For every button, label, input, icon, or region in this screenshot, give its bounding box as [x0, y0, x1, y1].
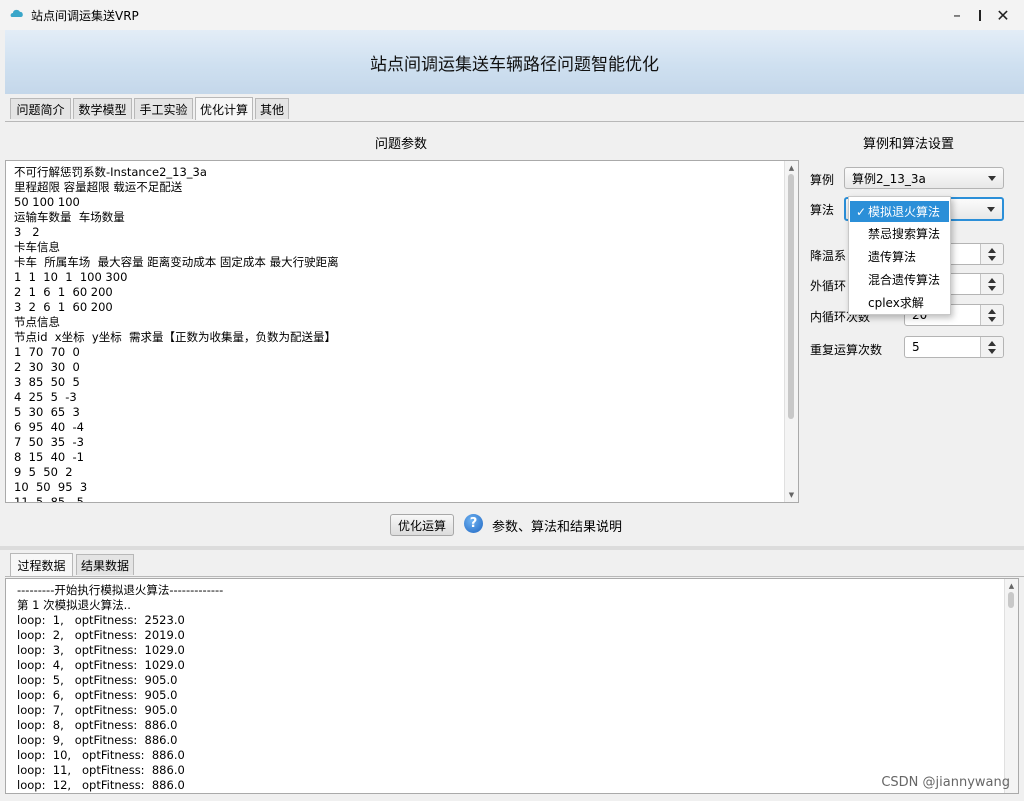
- close-icon: ✕: [996, 5, 1010, 25]
- tab-intro[interactable]: 问题简介: [10, 98, 71, 119]
- app-icon: [10, 9, 23, 17]
- chevron-down-icon[interactable]: [988, 317, 996, 322]
- tab-model[interactable]: 数学模型: [73, 98, 132, 119]
- app-banner: 站点间调运集送车辆路径问题智能优化: [5, 30, 1024, 94]
- chevron-up-icon[interactable]: [988, 278, 996, 283]
- chevron-down-icon[interactable]: [988, 256, 996, 261]
- stepper-buttons[interactable]: [980, 305, 1003, 325]
- stepper-buttons[interactable]: [980, 337, 1003, 357]
- tab-process-data[interactable]: 过程数据: [10, 553, 73, 576]
- chevron-up-icon[interactable]: [988, 309, 996, 314]
- params-text: 不可行解惩罚系数-Instance2_13_3a 里程超限 容量超限 载运不足配…: [14, 165, 339, 503]
- instance-value: 算例2_13_3a: [852, 171, 926, 186]
- close-button[interactable]: ✕: [980, 0, 1024, 30]
- params-title: 问题参数: [375, 137, 428, 152]
- cooling-label: 降温系: [810, 249, 847, 263]
- repeat-label: 重复运算次数: [810, 343, 883, 357]
- question-icon[interactable]: ?: [464, 514, 483, 533]
- log-text: ---------开始执行模拟退火算法------------- 第 1 次模拟…: [17, 583, 224, 792]
- log-scrollbar[interactable]: ▲: [1004, 579, 1018, 793]
- stepper-buttons[interactable]: [980, 244, 1003, 264]
- menu-item-label: 遗传算法: [868, 250, 917, 264]
- bottom-tabbar: 过程数据 结果数据: [5, 551, 1024, 577]
- chevron-down-icon[interactable]: [988, 349, 996, 354]
- scroll-up-icon[interactable]: ▲: [785, 162, 798, 174]
- tab-manual[interactable]: 手工实验: [134, 98, 193, 119]
- tab-optimize[interactable]: 优化计算: [195, 97, 253, 120]
- optimize-run-button[interactable]: 优化运算: [390, 514, 454, 536]
- instance-label: 算例: [810, 173, 835, 187]
- instance-select[interactable]: 算例2_13_3a: [844, 167, 1004, 189]
- watermark: CSDN @jiannywang: [881, 775, 1010, 790]
- scroll-up-icon[interactable]: ▲: [1005, 580, 1018, 592]
- scroll-thumb[interactable]: [1008, 592, 1014, 608]
- chevron-up-icon[interactable]: [988, 248, 996, 253]
- algorithm-label: 算法: [810, 203, 835, 217]
- check-icon: ✓: [855, 204, 866, 219]
- log-output[interactable]: ---------开始执行模拟退火算法------------- 第 1 次模拟…: [5, 578, 1019, 794]
- menu-item-genetic[interactable]: 遗传算法: [850, 246, 949, 267]
- menu-item-label: cplex求解: [868, 296, 924, 310]
- tab-other[interactable]: 其他: [255, 98, 289, 119]
- menu-item-hybrid-genetic[interactable]: 混合遗传算法: [850, 269, 949, 290]
- stepper-buttons[interactable]: [980, 274, 1003, 294]
- scroll-down-icon[interactable]: ▼: [785, 489, 798, 501]
- chevron-up-icon[interactable]: [988, 341, 996, 346]
- scroll-thumb[interactable]: [788, 174, 794, 419]
- maximize-button[interactable]: [934, 0, 981, 30]
- window-title: 站点间调运集送VRP: [31, 9, 139, 23]
- params-textarea[interactable]: 不可行解惩罚系数-Instance2_13_3a 里程超限 容量超限 载运不足配…: [5, 160, 799, 503]
- menu-item-label: 模拟退火算法: [868, 205, 941, 219]
- chevron-down-icon[interactable]: [988, 286, 996, 291]
- params-scrollbar[interactable]: ▲ ▼: [784, 161, 798, 502]
- panel-splitter[interactable]: [0, 546, 1024, 550]
- menu-item-label: 混合遗传算法: [868, 273, 941, 287]
- tab-result-data[interactable]: 结果数据: [76, 554, 134, 575]
- help-text[interactable]: 参数、算法和结果说明: [492, 516, 622, 535]
- banner-title: 站点间调运集送车辆路径问题智能优化: [370, 54, 659, 75]
- main-tabbar: 问题简介 数学模型 手工实验 优化计算 其他: [5, 95, 1024, 122]
- menu-item-simulated-annealing[interactable]: ✓ 模拟退火算法: [850, 201, 949, 222]
- settings-title: 算例和算法设置: [863, 137, 955, 152]
- menu-item-cplex[interactable]: cplex求解: [850, 292, 949, 313]
- window-titlebar: 站点间调运集送VRP – ✕: [0, 0, 1024, 30]
- algorithm-dropdown-menu: ✓ 模拟退火算法 禁忌搜索算法 遗传算法 混合遗传算法 cplex求解: [848, 196, 951, 315]
- outer-loop-label: 外循环: [810, 279, 847, 293]
- chevron-down-icon: [987, 207, 995, 212]
- chevron-down-icon: [988, 176, 996, 181]
- menu-item-label: 禁忌搜索算法: [868, 227, 941, 241]
- repeat-stepper[interactable]: 5: [904, 336, 1004, 358]
- repeat-value: 5: [912, 340, 920, 354]
- menu-item-tabu-search[interactable]: 禁忌搜索算法: [850, 223, 949, 244]
